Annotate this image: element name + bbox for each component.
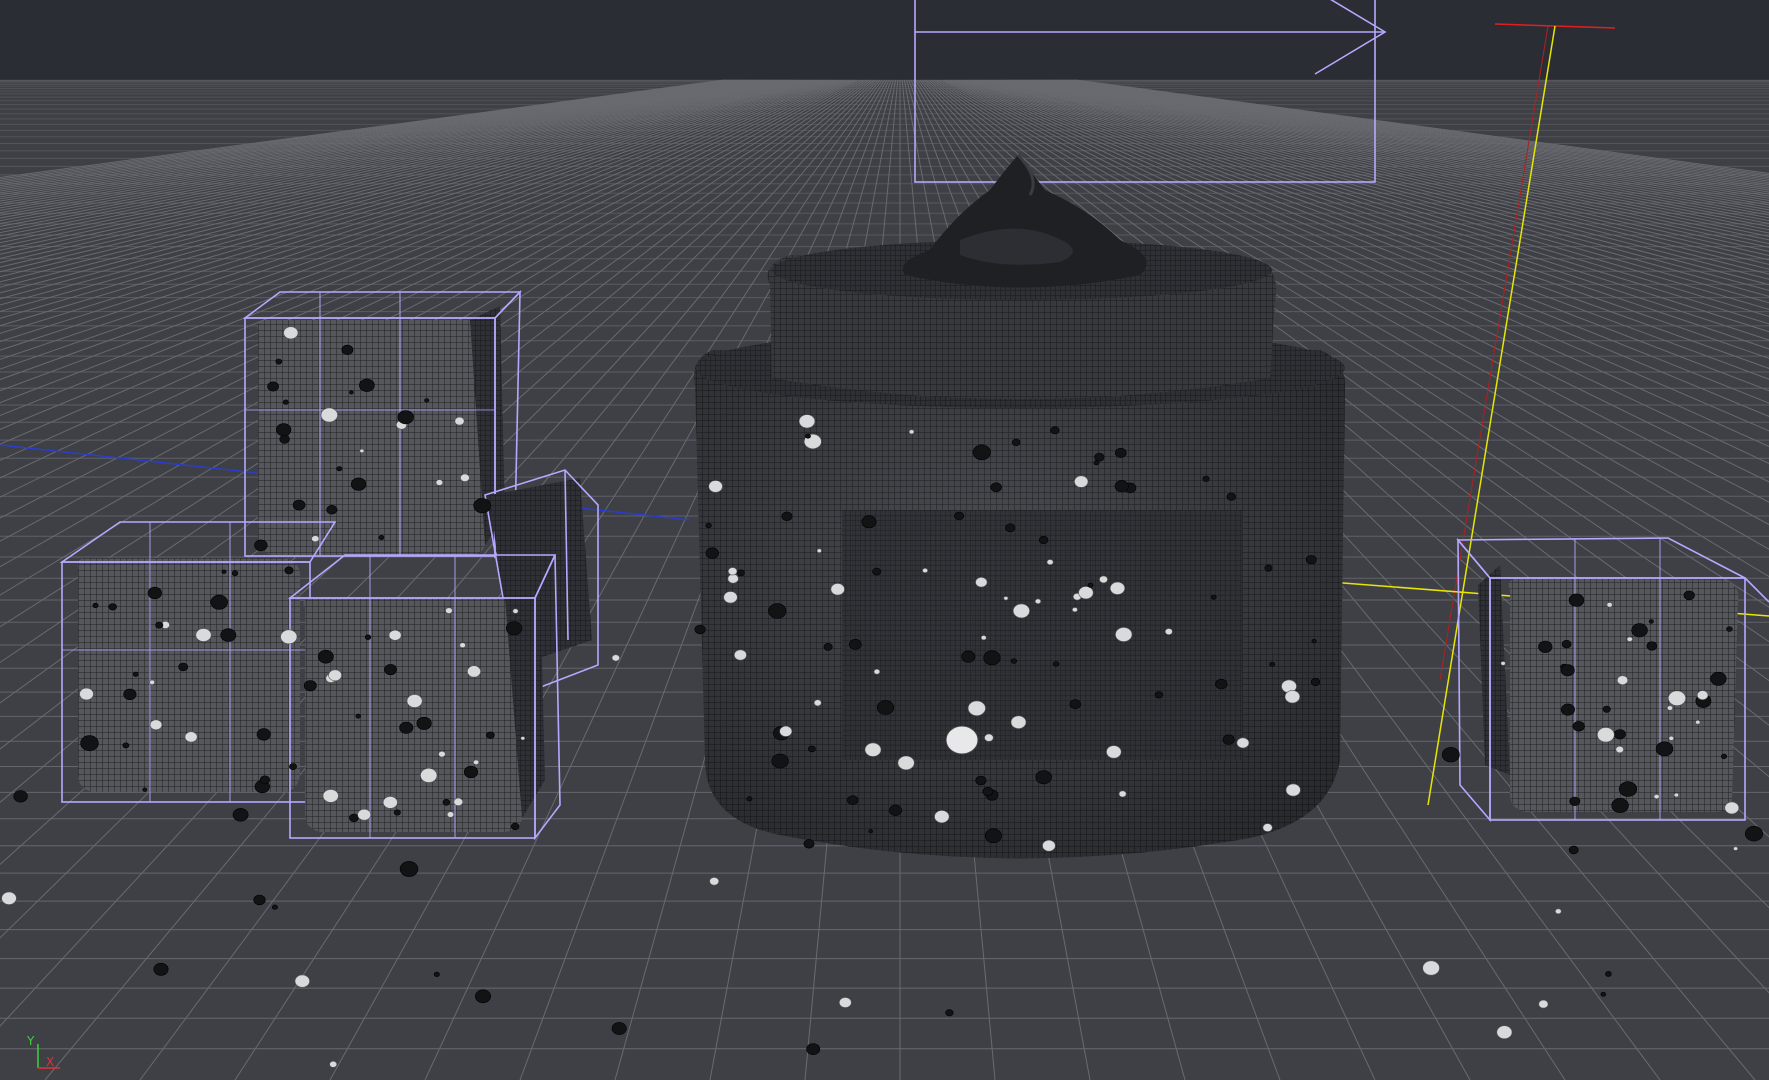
jar-label-patch (842, 510, 1242, 760)
gizmo-y-label: Y (26, 1034, 35, 1048)
3d-viewport[interactable]: Y X (0, 0, 1769, 1080)
cube-mesh-left[interactable] (59, 521, 337, 803)
gizmo-x-label: X (46, 1055, 54, 1069)
jar-mesh[interactable] (694, 153, 1345, 859)
